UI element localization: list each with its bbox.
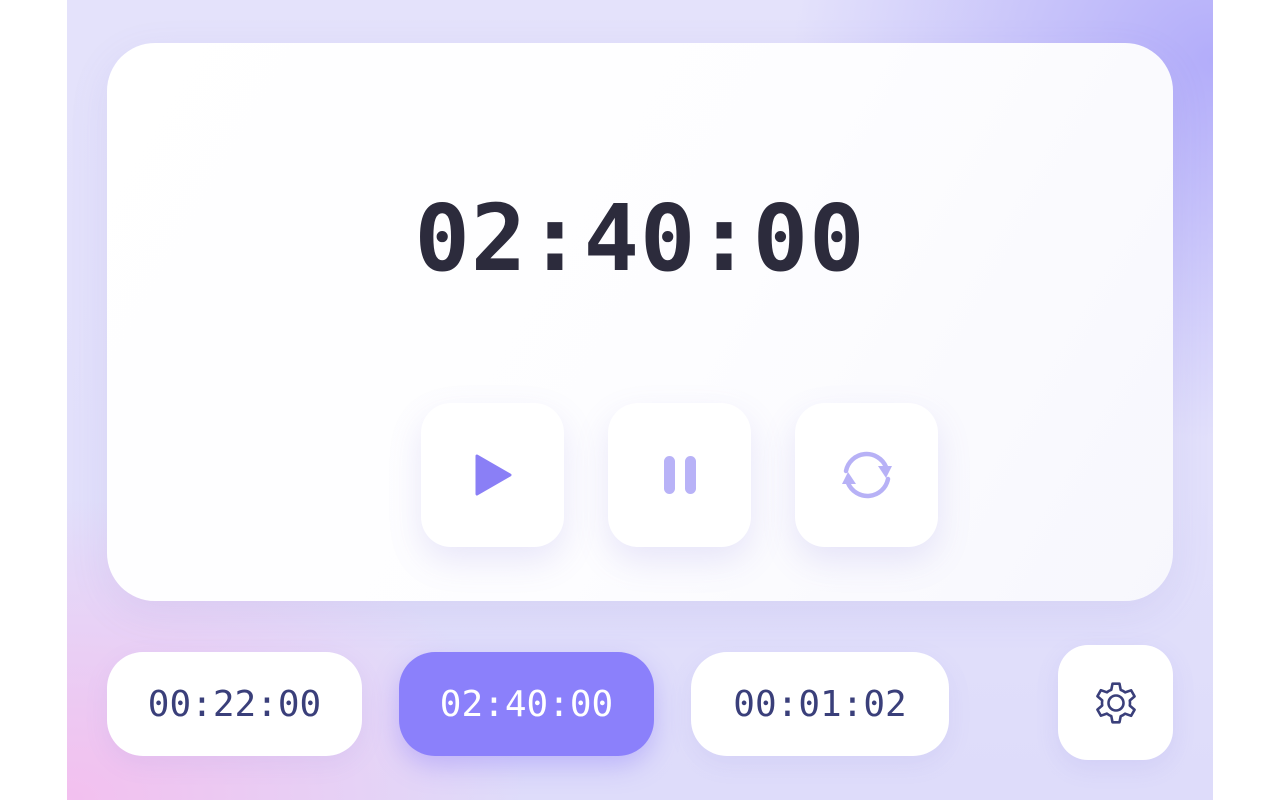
settings-button[interactable] [1058, 645, 1173, 760]
play-icon [475, 454, 511, 496]
timer-controls [107, 403, 1173, 547]
pause-icon [663, 456, 696, 494]
play-button[interactable] [421, 403, 564, 547]
preset-button-1[interactable]: 00:22:00 [107, 652, 362, 756]
timer-card: 02:40:00 [107, 43, 1173, 601]
preset-button-2-selected[interactable]: 02:40:00 [399, 652, 654, 756]
preset-button-3[interactable]: 00:01:02 [691, 652, 949, 756]
timer-display: 02:40:00 [414, 185, 866, 292]
gear-icon [1095, 681, 1136, 724]
reset-button[interactable] [795, 403, 938, 547]
pause-button[interactable] [608, 403, 751, 547]
refresh-icon [841, 451, 892, 499]
timer-app: 02:40:00 00:22:00 02:40:00 00:01:02 [67, 0, 1213, 800]
